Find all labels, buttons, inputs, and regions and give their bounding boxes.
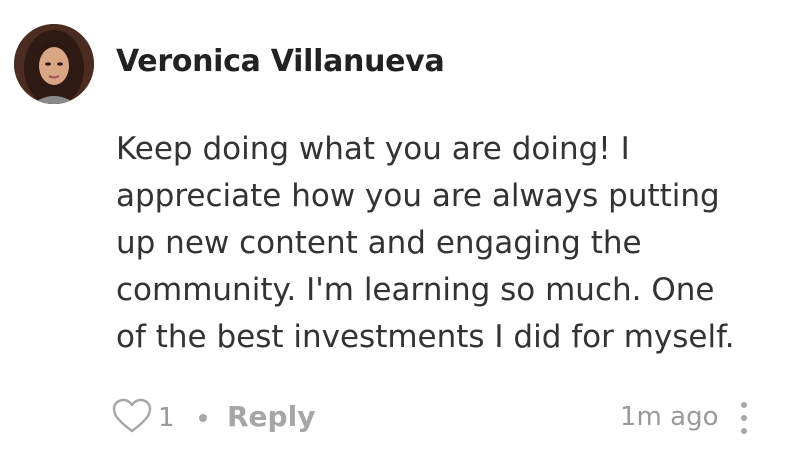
heart-outline-icon[interactable] (112, 398, 152, 438)
comment-body-line: of the best investments I did for myself… (116, 319, 735, 355)
comment-card: Veronica Villanueva Keep doing what you … (0, 0, 801, 471)
avatar-image (14, 24, 94, 104)
comment-body-line: appreciate how you are always putting (116, 178, 720, 214)
reply-button[interactable]: Reply (227, 400, 315, 433)
comment-actions: 1 Reply 1m ago (0, 392, 801, 442)
like-button[interactable]: 1 (112, 398, 175, 438)
vertical-ellipsis-icon[interactable] (734, 400, 754, 436)
comment-body-line: up new content and engaging the (116, 225, 642, 261)
comment-body-line: community. I'm learning so much. One (116, 272, 715, 308)
comment-body-line: Keep doing what you are doing! I (116, 131, 630, 167)
avatar[interactable] (14, 24, 94, 104)
timestamp: 1m ago (620, 402, 719, 432)
author-name[interactable]: Veronica Villanueva (116, 44, 445, 79)
comment-body: Keep doing what you are doing! I appreci… (116, 126, 766, 361)
like-count: 1 (158, 403, 175, 433)
separator-dot (199, 414, 207, 422)
